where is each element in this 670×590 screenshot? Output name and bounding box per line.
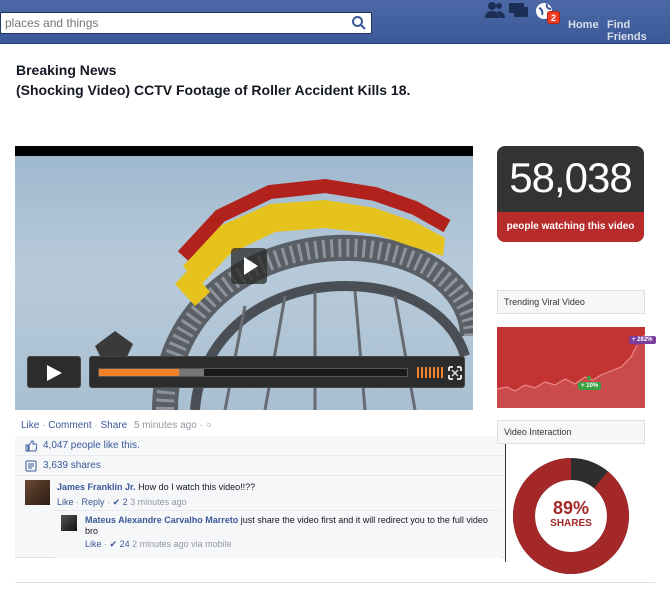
play-icon [244, 257, 258, 275]
video-letterbox [15, 146, 473, 156]
volume-slider[interactable] [417, 367, 443, 378]
headline-line-1: Breaking News [16, 62, 117, 78]
progress-fill [99, 369, 180, 376]
video-controls [27, 356, 467, 390]
viewer-count: 58,038 [509, 154, 632, 201]
trend-line [497, 334, 645, 408]
comment: James Franklin Jr. How do I watch this v… [57, 481, 477, 509]
search-icon[interactable] [351, 15, 367, 31]
comment-like-link[interactable]: Like [57, 497, 74, 507]
comment-meta: Like · ✔ 24 2 minutes ago via mobile [85, 539, 232, 549]
comment-time[interactable]: 3 minutes ago [130, 497, 187, 507]
comment-author[interactable]: Mateus Alexandre Carvalho Marreto [85, 515, 238, 525]
like-link[interactable]: Like [21, 420, 39, 431]
comment-like-link[interactable]: Like [85, 539, 102, 549]
top-navigation-bar: 2 Home Find Friends [0, 0, 670, 44]
center-play-button[interactable] [231, 248, 267, 284]
avatar[interactable] [25, 480, 50, 505]
comment: Mateus Alexandre Carvalho Marreto just s… [85, 515, 495, 550]
share-link[interactable]: Share [101, 420, 128, 431]
video-player[interactable] [15, 146, 473, 410]
shares-percentage: 89% [552, 498, 590, 518]
likes-count[interactable]: 4,047 people like this. [43, 440, 140, 451]
donut-label: 89% SHARES [513, 498, 629, 529]
home-link[interactable]: Home [568, 19, 599, 31]
post-timestamp[interactable]: 5 minutes ago [134, 420, 197, 431]
fullscreen-icon[interactable] [448, 366, 462, 380]
viewer-counter: 58,038 people watching this video [497, 146, 644, 242]
shares-row: 3,639 shares [15, 456, 505, 476]
comment-meta: Like · Reply · ✔ 2 3 minutes ago [57, 497, 187, 507]
comment-like-count[interactable]: 2 [123, 497, 128, 507]
thumbs-up-icon: ✔ [112, 497, 121, 507]
avatar[interactable] [61, 515, 77, 531]
trend-chart [497, 327, 645, 408]
progress-track[interactable] [98, 368, 408, 377]
comment-author[interactable]: James Franklin Jr. [57, 482, 136, 492]
viewer-caption: people watching this video [497, 212, 644, 242]
messages-icon[interactable] [508, 0, 530, 20]
shares-count[interactable]: 3,639 shares [43, 460, 101, 471]
shares-caption: SHARES [550, 518, 592, 529]
buffer-fill [179, 369, 204, 376]
share-icon [25, 460, 37, 472]
interaction-label: Video Interaction [497, 420, 645, 444]
globe-icon: ○ [205, 420, 212, 431]
thumbs-up-icon [25, 440, 37, 452]
trend-tag-high: + 282% [629, 336, 656, 344]
thumbs-up-icon: ✔ [109, 539, 118, 549]
page-title: Breaking News (Shocking Video) CCTV Foot… [16, 60, 410, 100]
bottom-divider [15, 582, 655, 583]
feedback-panel: 4,047 people like this. 3,639 shares Jam… [15, 436, 505, 558]
comment-time[interactable]: 2 minutes ago via mobile [132, 539, 232, 549]
comments-list: James Franklin Jr. How do I watch this v… [15, 476, 505, 558]
play-icon [47, 365, 62, 381]
likes-row: 4,047 people like this. [15, 436, 505, 456]
comment-text: How do I watch this video!!?? [138, 482, 256, 492]
friend-requests-icon[interactable] [484, 0, 506, 20]
control-bar [89, 356, 465, 388]
notification-badge: 2 [547, 11, 560, 24]
reply: Mateus Alexandre Carvalho Marreto just s… [55, 510, 501, 558]
find-friends-link[interactable]: Find Friends [607, 19, 670, 43]
search-input[interactable] [5, 15, 335, 31]
nav-divider [598, 16, 599, 30]
comment-reply-link[interactable]: Reply [82, 497, 105, 507]
trend-tag-low: + 10% [578, 382, 602, 390]
trending-label: Trending Viral Video [497, 290, 645, 314]
comment-like-count[interactable]: 24 [120, 539, 130, 549]
search-box[interactable] [0, 12, 372, 34]
headline-line-2: (Shocking Video) CCTV Footage of Roller … [16, 82, 411, 98]
play-button[interactable] [27, 356, 81, 388]
post-actions: Like · Comment · Share 5 minutes ago · ○ [21, 420, 212, 431]
comment-link[interactable]: Comment [48, 420, 91, 431]
